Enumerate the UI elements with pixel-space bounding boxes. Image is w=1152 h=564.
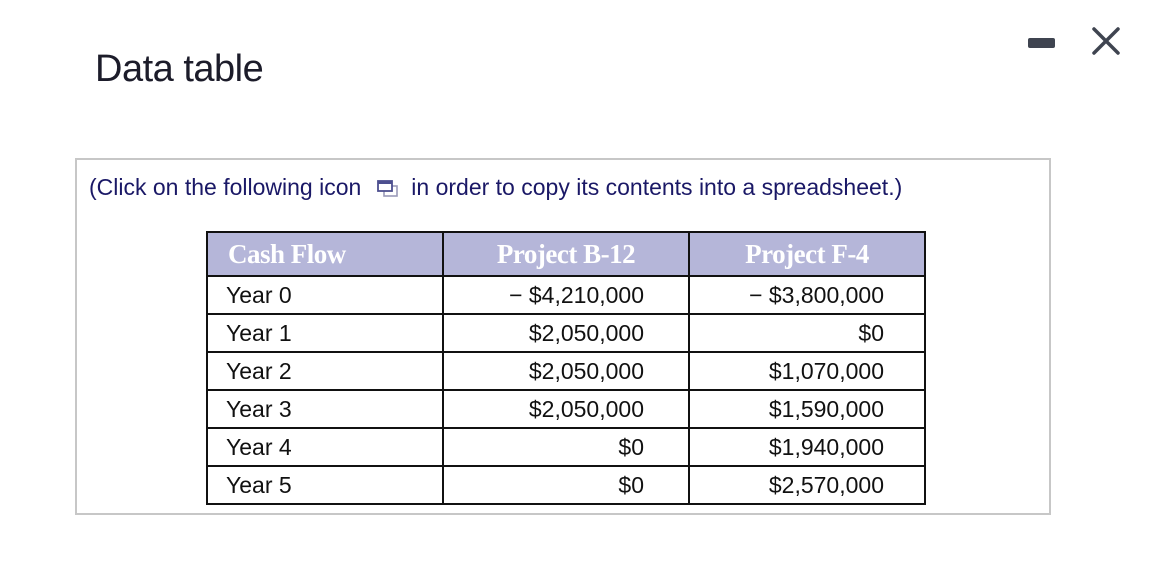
table-header-row: Cash Flow Project B-12 Project F-4 bbox=[206, 231, 926, 277]
row-label: Year 0 bbox=[206, 275, 444, 315]
table-row: Year 1 $2,050,000 $0 bbox=[206, 313, 926, 353]
table-row: Year 3 $2,050,000 $1,590,000 bbox=[206, 389, 926, 429]
row-label: Year 2 bbox=[206, 351, 444, 391]
instruction-suffix: in order to copy its contents into a spr… bbox=[411, 174, 903, 200]
close-icon[interactable] bbox=[1090, 25, 1122, 57]
f4-value: $1,940,000 bbox=[688, 427, 926, 467]
b12-value: $0 bbox=[442, 465, 690, 505]
table-row: Year 5 $0 $2,570,000 bbox=[206, 465, 926, 505]
data-table-panel: (Click on the following icon in order to… bbox=[75, 158, 1051, 515]
table-row: Year 2 $2,050,000 $1,070,000 bbox=[206, 351, 926, 391]
cash-flow-table: Cash Flow Project B-12 Project F-4 Year … bbox=[206, 231, 926, 505]
minimize-icon[interactable] bbox=[1028, 38, 1055, 48]
b12-value: $2,050,000 bbox=[442, 313, 690, 353]
f4-value: $1,590,000 bbox=[688, 389, 926, 429]
header-project-b12: Project B-12 bbox=[442, 231, 690, 277]
b12-value: $0 bbox=[442, 427, 690, 467]
row-label: Year 1 bbox=[206, 313, 444, 353]
header-project-f4: Project F-4 bbox=[688, 231, 926, 277]
table-row: Year 0 − $4,210,000 − $3,800,000 bbox=[206, 275, 926, 315]
b12-value: $2,050,000 bbox=[442, 389, 690, 429]
table-row: Year 4 $0 $1,940,000 bbox=[206, 427, 926, 467]
copy-instruction: (Click on the following icon in order to… bbox=[89, 174, 902, 201]
f4-value: $2,570,000 bbox=[688, 465, 926, 505]
row-label: Year 4 bbox=[206, 427, 444, 467]
b12-value: − $4,210,000 bbox=[442, 275, 690, 315]
row-label: Year 3 bbox=[206, 389, 444, 429]
b12-value: $2,050,000 bbox=[442, 351, 690, 391]
row-label: Year 5 bbox=[206, 465, 444, 505]
header-cash-flow: Cash Flow bbox=[206, 231, 444, 277]
f4-value: $0 bbox=[688, 313, 926, 353]
instruction-prefix: (Click on the following icon bbox=[89, 174, 362, 200]
dialog-title: Data table bbox=[95, 48, 264, 90]
close-x-glyph bbox=[1092, 27, 1120, 55]
f4-value: $1,070,000 bbox=[688, 351, 926, 391]
copy-to-spreadsheet-icon[interactable] bbox=[375, 177, 401, 199]
f4-value: − $3,800,000 bbox=[688, 275, 926, 315]
